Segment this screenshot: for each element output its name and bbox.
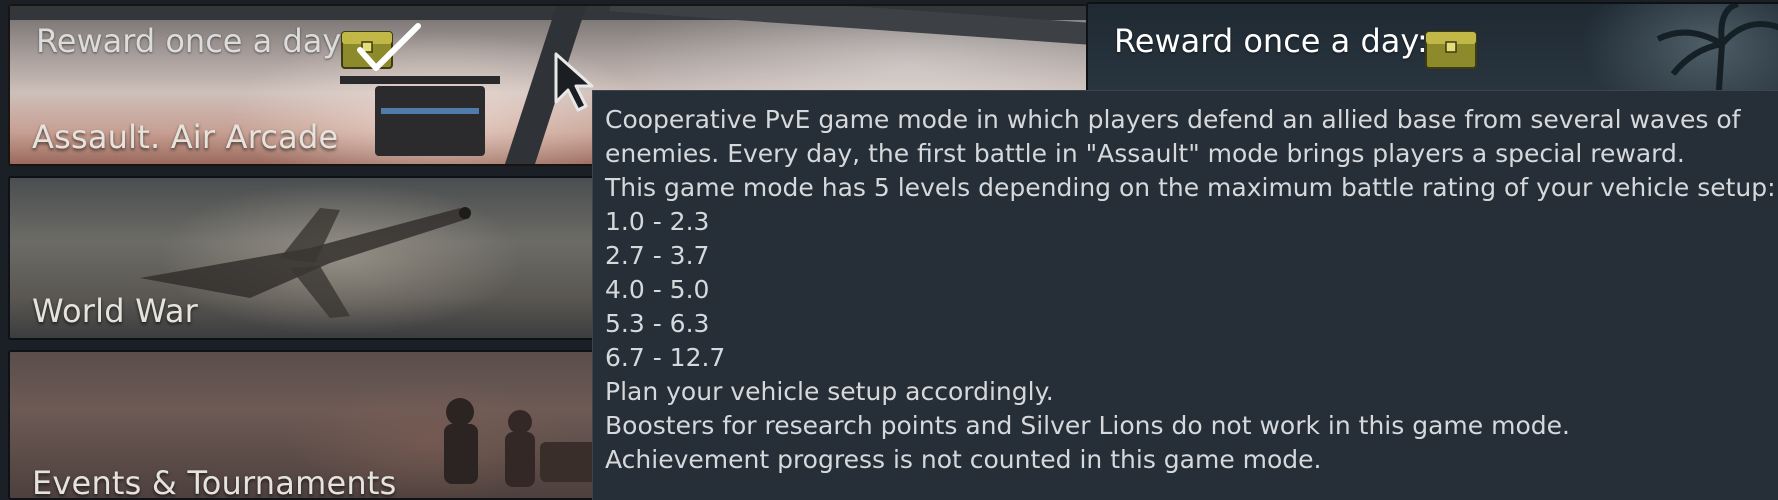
tooltip-text-line: Plan your vehicle setup accordingly.: [605, 377, 1054, 406]
battle-rating-range: 1.0 - 2.3: [605, 207, 710, 236]
game-mode-card-world-war[interactable]: World War: [8, 176, 608, 340]
tooltip-text-line: This game mode has 5 levels depending on…: [605, 173, 1776, 202]
tooltip-text-line: Achievement progress is not counted in t…: [605, 445, 1322, 474]
card-title: Events & Tournaments: [32, 464, 397, 500]
tooltip-text-line: Cooperative PvE game mode in which playe…: [605, 105, 1741, 134]
battle-rating-range: 5.3 - 6.3: [605, 309, 710, 338]
reward-label: Reward once a day:: [1114, 22, 1428, 60]
battle-rating-range: 4.0 - 5.0: [605, 275, 710, 304]
palm-tree-illustration: [1656, 4, 1778, 104]
card-title: World War: [32, 292, 199, 330]
chest-icon: [1424, 26, 1478, 74]
reward-label: Reward once a day:: [36, 22, 350, 60]
cockpit-seat: [375, 86, 485, 156]
mode-description-tooltip: Cooperative PvE game mode in which playe…: [592, 90, 1778, 500]
mouse-cursor-icon: [552, 50, 596, 118]
game-mode-card-events-tournaments[interactable]: Events & Tournaments: [8, 350, 608, 500]
battle-rating-range: 2.7 - 3.7: [605, 241, 710, 270]
tooltip-text-line: enemies. Every day, the first battle in …: [605, 139, 1685, 168]
battle-rating-range: 6.7 - 12.7: [605, 343, 726, 372]
tooltip-text-line: Boosters for research points and Silver …: [605, 411, 1570, 440]
checkmark-icon: [354, 20, 424, 80]
card-title: Assault. Air Arcade: [32, 118, 339, 156]
